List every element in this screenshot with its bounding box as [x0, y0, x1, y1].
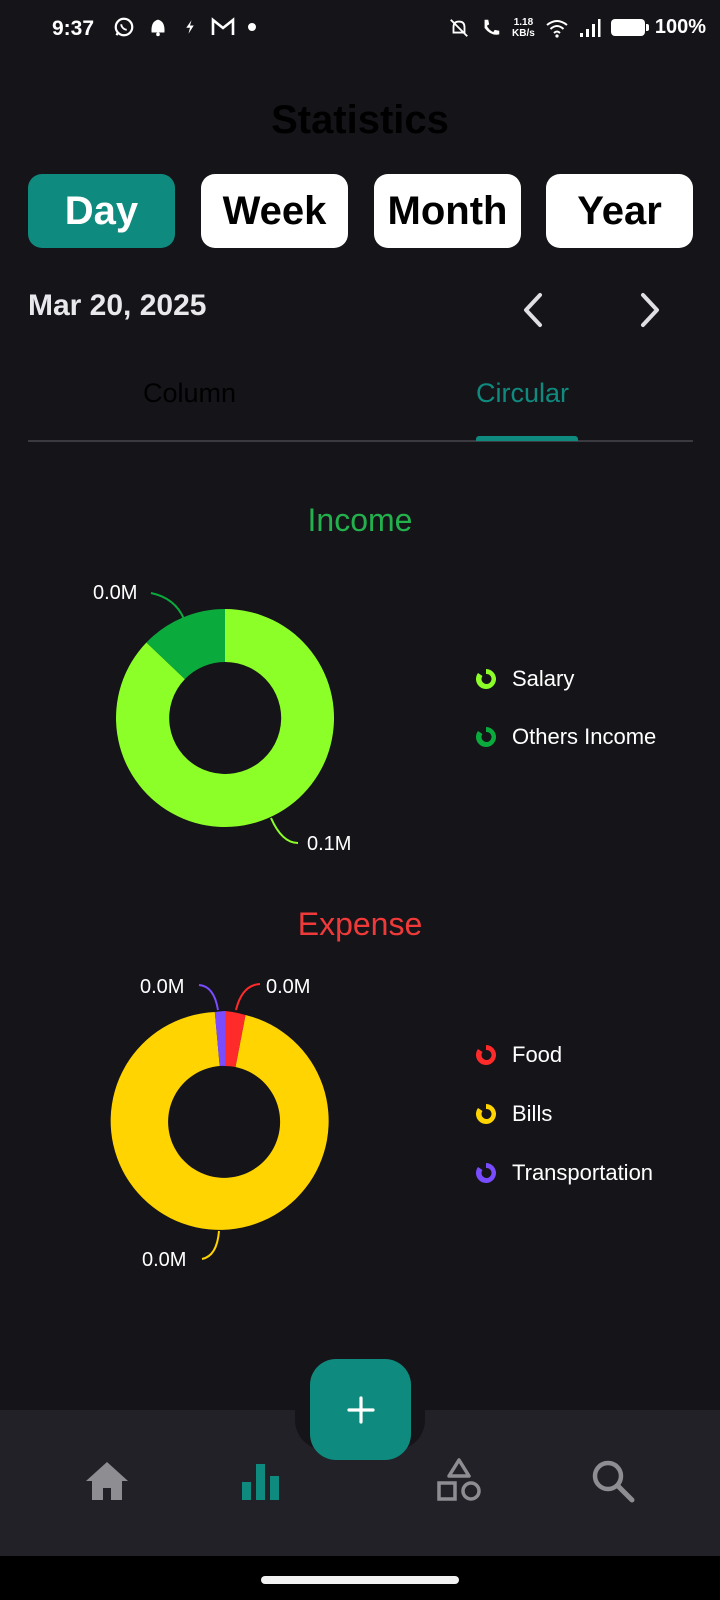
status-time: 9:37 [52, 17, 95, 40]
salary-ring-icon [476, 669, 496, 689]
legend-bills: Bills [474, 1101, 552, 1127]
call-icon [484, 19, 500, 35]
previous-date-chevron-left-icon[interactable] [514, 290, 554, 330]
add-transaction-button[interactable] [310, 1359, 411, 1460]
home-icon[interactable] [82, 1456, 132, 1506]
bolt-icon [186, 20, 194, 34]
expense-label-food: 0.0M [266, 976, 310, 998]
page-title: Statistics [271, 98, 449, 142]
network-speed: 1.18 KB/s [512, 16, 535, 39]
tab-active-indicator [476, 436, 578, 441]
wifi-icon [546, 19, 568, 38]
notification-icons [113, 16, 257, 38]
signal-icon [579, 18, 601, 37]
income-leader-line-salary [270, 817, 299, 844]
home-gesture-handle[interactable] [261, 1576, 459, 1584]
transportation-ring-icon [476, 1163, 496, 1183]
income-label-salary: 0.1M [307, 833, 351, 855]
system-status-icons: 1.18 KB/s 100% [448, 16, 706, 39]
categories-icon[interactable] [434, 1456, 484, 1506]
battery-percent: 100% [654, 16, 706, 38]
legend-transportation: Transportation [474, 1160, 653, 1186]
income-title: Income [307, 502, 413, 538]
more-notifications-dot [248, 23, 256, 31]
whatsapp-icon [114, 17, 134, 37]
tab-divider [28, 440, 693, 442]
search-icon[interactable] [588, 1456, 638, 1506]
tab-circular[interactable]: Circular [476, 378, 569, 409]
battery-icon [610, 19, 649, 36]
food-ring-icon [476, 1045, 496, 1065]
period-year-button[interactable]: Year [546, 174, 693, 248]
stats-icon[interactable] [236, 1456, 286, 1506]
expense-label-bills: 0.0M [142, 1249, 186, 1271]
legend-salary: Salary [474, 666, 574, 692]
income-leader-line-others [150, 592, 185, 620]
mute-icon [450, 18, 468, 37]
period-month-button[interactable]: Month [374, 174, 521, 248]
app-notification-icon [151, 19, 165, 37]
tab-column[interactable]: Column [143, 378, 236, 409]
income-donut-chart: 0.0M 0.1M [93, 582, 351, 855]
expense-leader-line-transportation [198, 984, 219, 1011]
expense-leader-line-bills [201, 1230, 220, 1260]
next-date-chevron-right-icon[interactable] [629, 290, 669, 330]
status-bar: 9:37 1.18 KB/s 100% [0, 0, 720, 60]
add-icon [346, 1395, 375, 1424]
others-income-ring-icon [476, 727, 496, 747]
income-label-others: 0.0M [93, 582, 137, 604]
expense-title: Expense [297, 906, 423, 942]
expense-leader-line-food [235, 983, 261, 1011]
expense-label-transportation: 0.0M [140, 976, 184, 998]
current-date: Mar 20, 2025 [28, 289, 207, 322]
legend-food: Food [474, 1042, 562, 1068]
period-week-button[interactable]: Week [201, 174, 348, 248]
bills-ring-icon [476, 1104, 496, 1124]
expense-donut-chart: 0.0M 0.0M 0.0M [110, 976, 329, 1271]
gmail-icon [211, 17, 235, 35]
legend-others-income: Others Income [474, 724, 656, 750]
period-day-button[interactable]: Day [28, 174, 175, 248]
